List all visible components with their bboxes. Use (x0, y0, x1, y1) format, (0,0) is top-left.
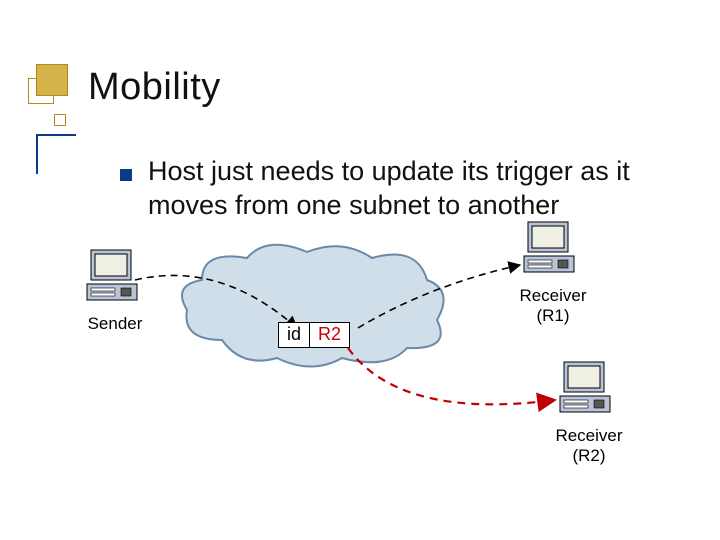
trigger-id-cell: id (279, 323, 309, 347)
trigger-node: id R2 (278, 322, 350, 348)
trigger-addr-cell: R2 (309, 323, 349, 347)
bullet-square-icon (120, 169, 132, 181)
sender-label: Sender (70, 314, 160, 334)
slide-title: Mobility (88, 66, 221, 109)
slide-title-block: Mobility (28, 66, 221, 109)
network-cloud-icon (172, 240, 452, 385)
diagram: id R2 Sender Receiver (R1) (0, 230, 720, 530)
bullet-item: Host just needs to update its trigger as… (120, 155, 690, 223)
receiver-r2-label: Receiver (R2) (534, 426, 644, 465)
receiver-r1-label: Receiver (R1) (498, 286, 608, 325)
bullet-text: Host just needs to update its trigger as… (148, 155, 690, 223)
receiver-r1-computer-icon (522, 220, 576, 276)
sender-computer-icon (85, 248, 139, 304)
receiver-r2-computer-icon (558, 360, 612, 416)
